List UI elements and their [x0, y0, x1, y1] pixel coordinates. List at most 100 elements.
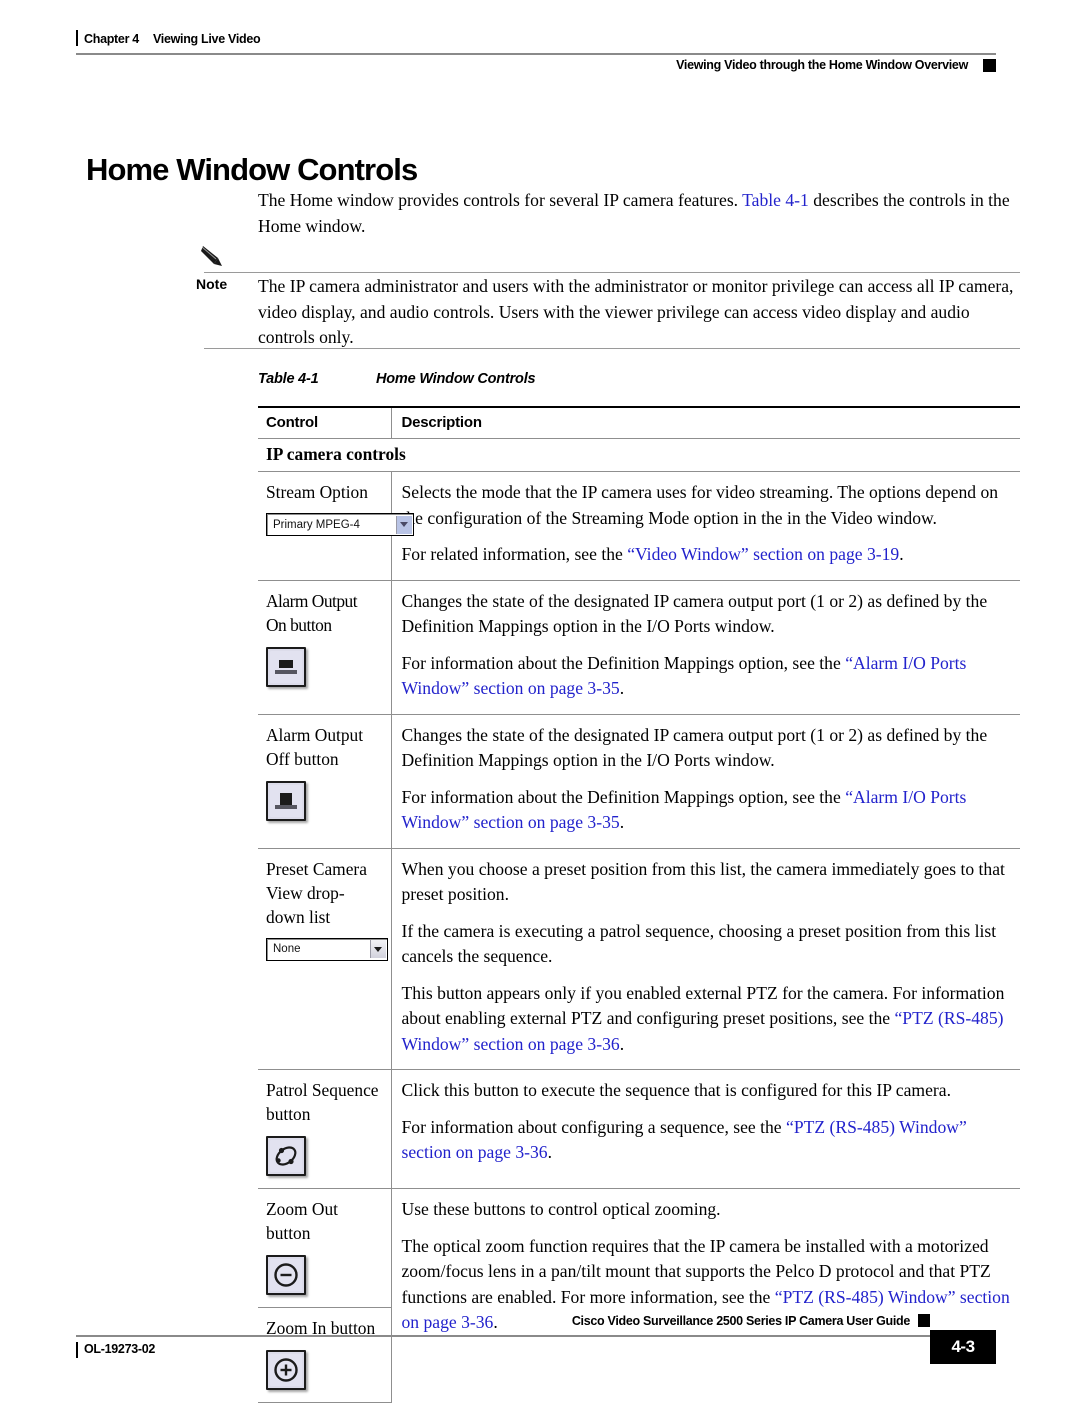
row-control-cell: Zoom Out button [258, 1188, 391, 1308]
table-row: Patrol Sequence button Click this button… [258, 1069, 1020, 1189]
row-description-cell: Changes the state of the designated IP c… [390, 580, 1020, 715]
table-row: Zoom Out button Use these buttons to con… [258, 1188, 1020, 1403]
row-description-cell: Click this button to execute the sequenc… [390, 1069, 1020, 1189]
zoom-out-icon [270, 1259, 302, 1291]
description-paragraph: Changes the state of the designated IP c… [402, 589, 1013, 640]
table-group-heading-row: IP camera controls [258, 438, 1020, 472]
stream-option-select[interactable]: Primary MPEG-4 [266, 513, 414, 536]
table-row: Alarm Output On button Changes the state… [258, 580, 1020, 715]
zoom-out-button[interactable] [266, 1255, 306, 1295]
paragraph-text: Changes the state of the designated IP c… [401, 590, 988, 637]
pencil-icon [200, 244, 230, 270]
document-page: Chapter 4 Viewing Live Video Viewing Vid… [0, 0, 1080, 1403]
alarm-output-off-button[interactable] [266, 780, 306, 821]
header-section-title: Viewing Video through the Home Window Ov… [676, 58, 968, 72]
table-caption-number: Table 4-1 [258, 371, 319, 387]
patrol-sequence-button[interactable] [266, 1136, 306, 1176]
description-paragraph: Selects the mode that the IP camera uses… [402, 480, 1013, 531]
row-control-cell: Patrol Sequence button [258, 1069, 391, 1189]
paragraph-text: Selects the mode that the IP camera uses… [401, 482, 999, 528]
cross-reference-link[interactable]: “Video Window” section on page 3-19 [627, 544, 899, 564]
control-label: Stream Option [266, 482, 368, 502]
table-header-row: Control Description [258, 406, 1020, 439]
running-header: Chapter 4 Viewing Live Video Viewing Vid… [76, 30, 996, 88]
row-description-cell: Use these buttons to control optical zoo… [390, 1188, 1020, 1403]
page-title: Home Window Controls [86, 151, 418, 187]
description-paragraph: When you choose a preset position from t… [402, 857, 1013, 908]
paragraph-text: For information about the Definition Map… [401, 786, 846, 807]
paragraph-text: Changes the state of the designated IP c… [401, 724, 988, 771]
paragraph-text: . [619, 1033, 625, 1054]
row-control-cell: Alarm Output On button [258, 580, 391, 715]
alarm-output-on-button[interactable] [266, 646, 306, 687]
control-label: Zoom Out button [266, 1199, 338, 1243]
paragraph-text: Use these buttons to control optical zoo… [401, 1199, 721, 1219]
table-row: Preset Camera View drop-down list None W… [258, 848, 1020, 1070]
footer-guide-title: Cisco Video Surveillance 2500 Series IP … [571, 1314, 910, 1328]
header-chapter-number: Chapter 4 [84, 32, 139, 46]
table-group-heading: IP camera controls [258, 438, 1020, 472]
table-body: IP camera controls Stream Option Primary… [258, 438, 1020, 1403]
paragraph-text: When you choose a preset position from t… [401, 858, 1005, 905]
paragraph-text: . [619, 812, 625, 832]
patrol-sequence-icon [270, 1140, 302, 1172]
chevron-down-icon[interactable] [395, 515, 412, 534]
control-label: Preset Camera View drop-down list [266, 858, 367, 927]
description-paragraph: For related information, see the “Video … [402, 542, 1013, 568]
footer-doc-id-text: OL-19273-02 [84, 1342, 156, 1356]
row-control-cell: Stream Option Primary MPEG-4 [258, 471, 414, 581]
footer-rule [76, 1335, 996, 1337]
footer-tick-mark [76, 1342, 78, 1358]
paragraph-text: . [619, 678, 625, 698]
table-cross-reference-link[interactable]: Table 4-1 [742, 190, 809, 210]
stream-option-value: Primary MPEG-4 [273, 518, 360, 531]
header-square-marker [983, 59, 996, 72]
page-number-badge: 4-3 [930, 1330, 996, 1364]
preset-camera-view-select[interactable]: None [266, 937, 388, 961]
table-caption: Table 4-1 Home Window Controls [258, 371, 536, 387]
paragraph-text: If the camera is executing a patrol sequ… [401, 920, 997, 967]
header-tick-mark [76, 30, 78, 46]
description-paragraph: For information about the Definition Map… [402, 651, 1013, 702]
description-paragraph: This button appears only if you enabled … [402, 981, 1013, 1058]
header-chapter-title: Viewing Live Video [152, 32, 261, 46]
footer-square-marker [918, 1314, 930, 1327]
paragraph-text: For information about configuring a sequ… [401, 1116, 787, 1137]
home-window-controls-table: Control Description IP camera controls S… [258, 406, 1020, 1403]
row-description-cell: When you choose a preset position from t… [390, 848, 1020, 1070]
description-paragraph: Use these buttons to control optical zoo… [402, 1197, 1013, 1223]
table-caption-title: Home Window Controls [376, 371, 536, 387]
paragraph-text: Click this button to execute the sequenc… [401, 1080, 951, 1100]
row-description-cell: Selects the mode that the IP camera uses… [390, 471, 1020, 581]
table-row: Stream Option Primary MPEG-4 Selects the… [258, 471, 1020, 581]
preset-camera-view-value: None [273, 943, 301, 955]
paragraph-text: . [547, 1142, 552, 1162]
intro-paragraph: The Home window provides controls for se… [258, 188, 1020, 239]
note-label: Note [196, 276, 228, 292]
row-description-cell: Changes the state of the designated IP c… [390, 714, 1020, 849]
running-footer: Cisco Video Surveillance 2500 Series IP … [76, 1306, 996, 1366]
table-row: Alarm Output Off button Changes the stat… [258, 714, 1020, 849]
chevron-down-icon[interactable] [369, 940, 386, 958]
description-paragraph: Changes the state of the designated IP c… [402, 723, 1013, 774]
paragraph-text: For related information, see the [401, 544, 628, 564]
row-control-cell: Preset Camera View drop-down list None [258, 848, 391, 1070]
control-label: Alarm Output Off button [266, 724, 364, 769]
alarm-output-off-icon [270, 784, 302, 817]
paragraph-text: For information about the Definition Map… [401, 652, 846, 673]
description-paragraph: Click this button to execute the sequenc… [402, 1078, 1013, 1104]
column-header-control: Control [258, 406, 391, 439]
description-paragraph: For information about configuring a sequ… [402, 1115, 1013, 1166]
footer-doc-id: OL-19273-02 [76, 1342, 156, 1358]
row-control-cell: Alarm Output Off button [258, 714, 391, 849]
note-text: The IP camera administrator and users wi… [258, 276, 1014, 347]
paragraph-text: . [899, 544, 904, 564]
intro-text-before: The Home window provides controls for se… [258, 190, 743, 210]
header-rule [76, 53, 996, 55]
control-label: Patrol Sequence button [266, 1080, 379, 1124]
description-paragraph: If the camera is executing a patrol sequ… [402, 919, 1013, 970]
control-label: Alarm Output On button [266, 590, 358, 635]
column-header-description: Description [390, 406, 1020, 439]
alarm-output-on-icon [270, 650, 302, 683]
header-chapter-group: Chapter 4 Viewing Live Video [76, 30, 261, 46]
